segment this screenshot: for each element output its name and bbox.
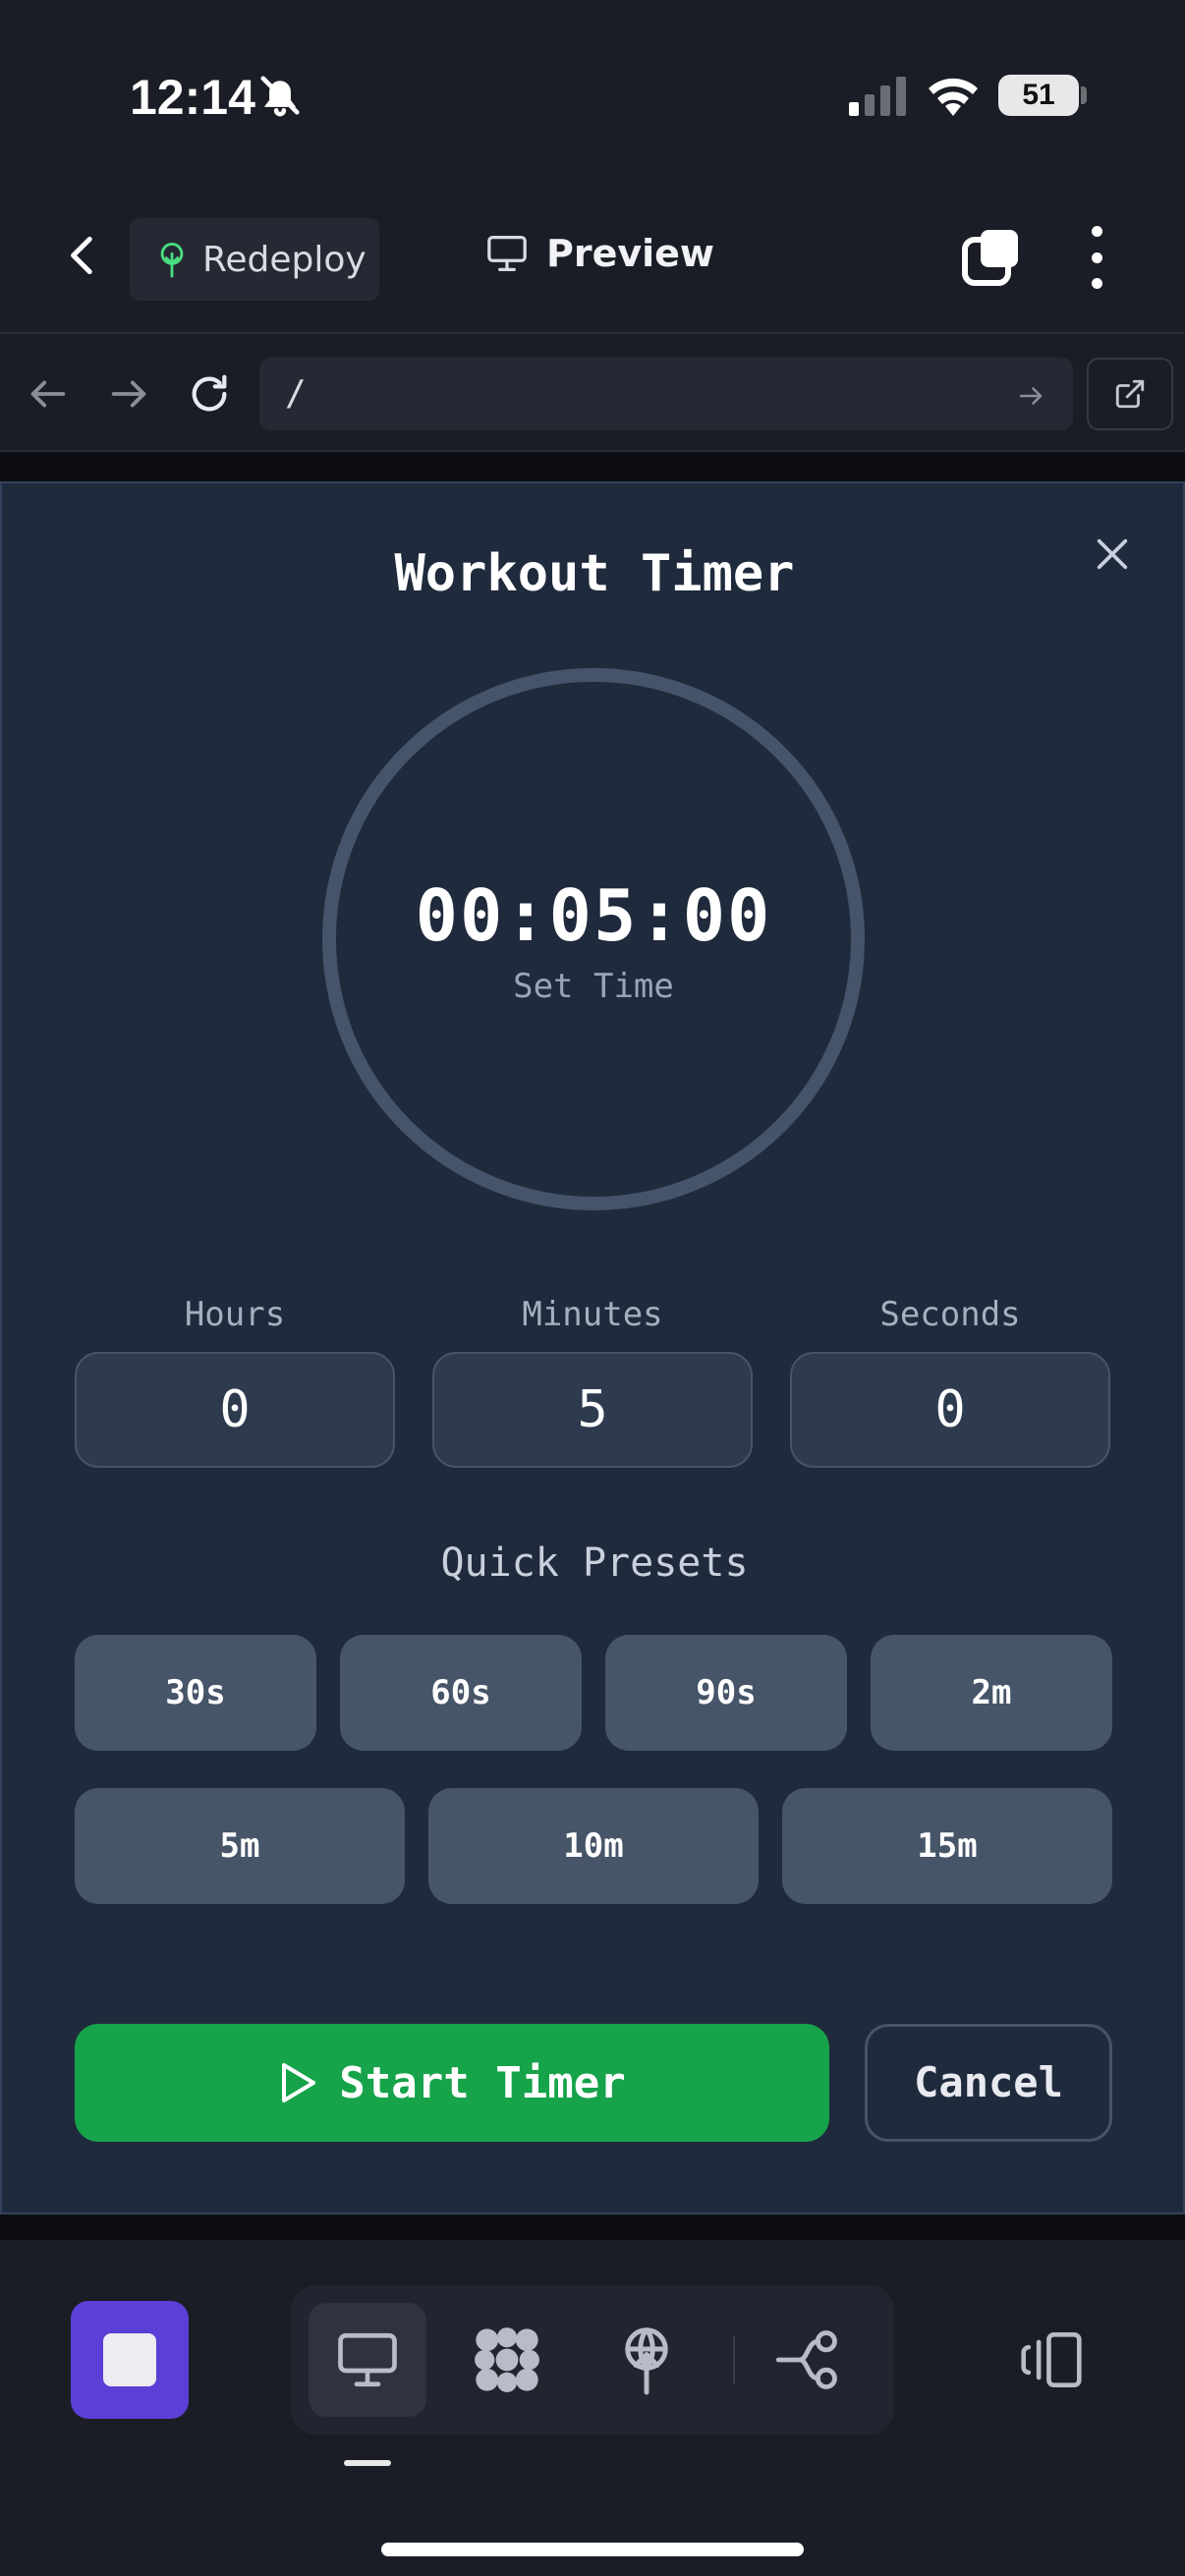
preset-15m-button[interactable]: 15m (782, 1788, 1112, 1904)
bell-slash-icon (260, 76, 300, 117)
battery-icon: 51 (998, 75, 1079, 116)
more-vertical-icon[interactable] (1085, 226, 1108, 289)
preset-2m-button[interactable]: 2m (871, 1635, 1112, 1751)
preset-10m-button[interactable]: 10m (428, 1788, 759, 1904)
seconds-label: Seconds (879, 1295, 1021, 1334)
flow-icon (775, 2330, 837, 2389)
signal-icon (849, 77, 906, 116)
active-tab-indicator (344, 2460, 391, 2466)
arrow-left-icon[interactable] (26, 371, 71, 417)
url-bar: / (0, 336, 1185, 452)
tool-deploy[interactable] (588, 2303, 705, 2417)
preview-title: Preview (485, 232, 714, 275)
devices-button[interactable] (1012, 2321, 1091, 2399)
devices-icon (1021, 2331, 1082, 2388)
timer-ring: 00:05:00 Set Time (322, 668, 865, 1210)
monitor-icon (487, 235, 527, 271)
modal-title: Workout Timer (394, 544, 795, 603)
cancel-button[interactable]: Cancel (865, 2024, 1112, 2142)
status-bar: 12:14 51 (0, 0, 1185, 177)
grid-icon (475, 2327, 539, 2392)
clock: 12:14 (130, 70, 255, 125)
seconds-input[interactable]: 0 (790, 1352, 1110, 1468)
tool-preview[interactable] (309, 2303, 426, 2417)
redeploy-button[interactable]: Redeploy (130, 218, 379, 301)
tool-components[interactable] (448, 2303, 566, 2417)
stop-icon (103, 2333, 156, 2386)
url-input[interactable]: / (259, 358, 1073, 430)
tool-divider (733, 2336, 735, 2383)
hours-input[interactable]: 0 (75, 1352, 395, 1468)
hours-label: Hours (184, 1295, 286, 1334)
start-timer-label: Start Timer (339, 2057, 626, 2108)
battery-level: 51 (1022, 79, 1055, 111)
tool-flow[interactable] (749, 2303, 867, 2417)
tree-icon (160, 243, 184, 278)
preset-5m-button[interactable]: 5m (75, 1788, 405, 1904)
home-indicator[interactable] (381, 2543, 804, 2556)
external-link-icon (1115, 379, 1145, 409)
redeploy-label: Redeploy (202, 239, 367, 280)
arrow-right-icon[interactable] (106, 371, 151, 417)
workout-timer-modal: Workout Timer 00:05:00 Set Time Hours Mi… (0, 481, 1185, 2214)
open-external-button[interactable] (1087, 358, 1173, 430)
start-timer-button[interactable]: Start Timer (75, 2024, 829, 2142)
stop-button[interactable] (71, 2301, 189, 2419)
app-header: Redeploy Preview (0, 177, 1185, 334)
bottom-toolbar (0, 2242, 1185, 2576)
copy-icon[interactable] (961, 228, 1020, 287)
monitor-icon (338, 2332, 397, 2387)
chevron-left-icon[interactable] (59, 231, 108, 280)
preset-90s-button[interactable]: 90s (605, 1635, 847, 1751)
preview-label: Preview (546, 232, 715, 275)
timer-subtitle: Set Time (513, 967, 674, 1006)
presets-title: Quick Presets (440, 1540, 749, 1586)
minutes-label: Minutes (522, 1295, 663, 1334)
battery-tip (1081, 86, 1087, 104)
refresh-icon[interactable] (187, 371, 232, 417)
tool-group (291, 2285, 894, 2435)
minutes-input[interactable]: 5 (432, 1352, 753, 1468)
preset-30s-button[interactable]: 30s (75, 1635, 316, 1751)
arrow-right-icon[interactable] (1016, 381, 1045, 411)
play-icon (282, 2063, 316, 2102)
preset-60s-button[interactable]: 60s (340, 1635, 582, 1751)
wifi-icon (929, 78, 978, 116)
timer-display: 00:05:00 (415, 874, 772, 957)
close-icon[interactable] (1093, 534, 1132, 574)
antenna-icon (625, 2327, 668, 2395)
